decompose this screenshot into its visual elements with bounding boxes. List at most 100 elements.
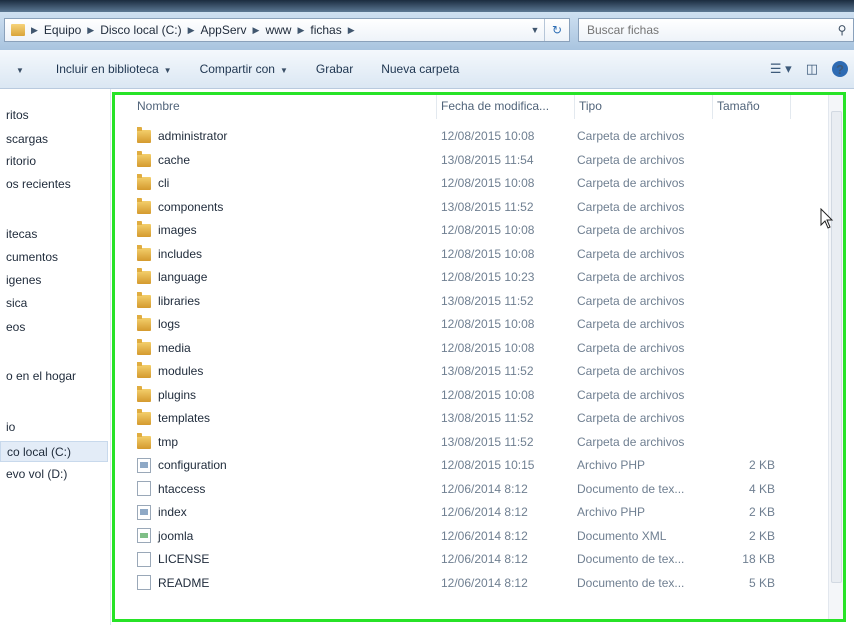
file-type: Carpeta de archivos	[577, 340, 685, 355]
file-name-cell[interactable]: cli	[137, 172, 437, 194]
text-file-icon	[137, 575, 151, 590]
file-name-cell[interactable]: tmp	[137, 431, 437, 453]
nav-item-descargas[interactable]: scargas	[0, 129, 108, 150]
chevron-right-icon[interactable]: ▶	[87, 25, 94, 36]
search-icon[interactable]: ⚲	[831, 23, 853, 37]
file-row[interactable]: plugins 12/08/2015 10:08 Carpeta de archiv…	[115, 384, 843, 406]
scrollbar-thumb[interactable]	[831, 111, 842, 583]
breadcrumb-disco-local[interactable]: Disco local (C:) ▶	[100, 23, 200, 37]
help-icon[interactable]: ?	[832, 61, 848, 77]
file-name-cell[interactable]: configuration	[137, 454, 437, 476]
include-library-button[interactable]: Incluir en biblioteca ▼	[56, 62, 172, 76]
chevron-right-icon[interactable]: ▶	[253, 25, 260, 36]
nav-item-nuevo-vol[interactable]: evo vol (D:)	[0, 464, 108, 485]
file-name-cell[interactable]: joomla	[137, 525, 437, 547]
refresh-icon[interactable]: ↻	[544, 19, 569, 41]
file-row[interactable]: cli 12/08/2015 10:08 Carpeta de archivos	[115, 172, 843, 194]
file-name-cell[interactable]: README	[137, 572, 437, 594]
file-name-cell[interactable]: htaccess	[137, 478, 437, 500]
file-name-cell[interactable]: LICENSE	[137, 548, 437, 570]
search-input[interactable]	[579, 22, 831, 38]
burn-button[interactable]: Grabar	[316, 62, 353, 76]
breadcrumb-appserv[interactable]: AppServ ▶	[201, 23, 266, 37]
share-with-button[interactable]: Compartir con ▼	[200, 62, 288, 76]
file-row[interactable]: joomla 12/06/2014 8:12 Documento XML 2 KB	[115, 525, 843, 547]
breadcrumb-www[interactable]: www ▶	[265, 23, 310, 37]
file-row[interactable]: index 12/06/2014 8:12 Archivo PHP 2 KB	[115, 501, 843, 523]
file-row[interactable]: LICENSE 12/06/2014 8:12 Documento de tex..…	[115, 548, 843, 570]
file-name-cell[interactable]: logs	[137, 313, 437, 335]
file-date: 12/08/2015 10:08	[441, 340, 535, 355]
chevron-right-icon[interactable]: ▶	[297, 25, 304, 36]
file-name: tmp	[158, 434, 179, 449]
text-file-icon	[137, 481, 151, 496]
chevron-right-icon[interactable]: ▶	[348, 25, 355, 36]
file-size	[713, 313, 775, 335]
file-row[interactable]: media 12/08/2015 10:08 Carpeta de archivos	[115, 337, 843, 359]
file-name-cell[interactable]: language	[137, 266, 437, 288]
search-box[interactable]: ⚲	[578, 18, 854, 42]
nav-item-grupo-hogar[interactable]: o en el hogar	[0, 366, 108, 387]
file-row[interactable]: libraries 13/08/2015 11:52 Carpeta de arch…	[115, 290, 843, 312]
column-header-name[interactable]: Nombre	[133, 95, 437, 119]
new-folder-button[interactable]: Nueva carpeta	[381, 62, 459, 76]
file-row[interactable]: cache 13/08/2015 11:54 Carpeta de archivos	[115, 149, 843, 171]
file-size	[713, 196, 775, 218]
column-header-type[interactable]: Tipo	[575, 95, 713, 119]
file-name-cell[interactable]: cache	[137, 149, 437, 171]
file-row[interactable]: includes 12/08/2015 10:08 Carpeta de archi…	[115, 243, 843, 265]
file-type: Documento de tex...	[577, 481, 685, 496]
preview-pane-icon[interactable]: ◫	[806, 61, 818, 77]
file-row[interactable]: configuration 12/08/2015 10:15 Archivo PHP…	[115, 454, 843, 476]
folder-icon	[137, 127, 151, 143]
file-size	[713, 219, 775, 241]
folder-icon	[137, 150, 151, 167]
file-date: 13/08/2015 11:52	[441, 199, 534, 214]
nav-item-escritorio[interactable]: ritorio	[0, 151, 108, 172]
nav-item-disco-local[interactable]: co local (C:)	[0, 441, 108, 462]
file-name-cell[interactable]: components	[137, 196, 437, 218]
file-date: 12/08/2015 10:08	[441, 223, 535, 237]
nav-item-imagenes[interactable]: igenes	[0, 270, 108, 291]
file-row[interactable]: logs 12/08/2015 10:08 Carpeta de archivos	[115, 313, 843, 335]
file-type: Carpeta de archivos	[577, 411, 685, 425]
nav-item-musica[interactable]: sica	[0, 293, 108, 314]
file-name-cell[interactable]: plugins	[137, 384, 437, 406]
breadcrumb-fichas[interactable]: fichas ▶	[310, 23, 360, 37]
file-name-cell[interactable]: includes	[137, 243, 437, 265]
nav-item-videos[interactable]: eos	[0, 317, 108, 338]
file-row[interactable]: templates 13/08/2015 11:52 Carpeta de arch…	[115, 407, 843, 429]
column-header-size[interactable]: Tamaño	[713, 95, 791, 119]
chevron-right-icon[interactable]: ▶	[188, 25, 195, 36]
file-row[interactable]: README 12/06/2014 8:12 Documento de tex...…	[115, 572, 843, 594]
nav-item-sitios-recientes[interactable]: os recientes	[0, 174, 108, 195]
file-row[interactable]: tmp 13/08/2015 11:52 Carpeta de archivos	[115, 431, 843, 453]
file-row[interactable]: language 12/08/2015 10:23 Carpeta de archi…	[115, 266, 843, 288]
nav-item-documentos[interactable]: cumentos	[0, 247, 108, 268]
file-name-cell[interactable]: libraries	[137, 290, 437, 312]
vertical-scrollbar[interactable]	[828, 95, 843, 619]
file-row[interactable]: htaccess 12/06/2014 8:12 Documento de tex.…	[115, 478, 843, 500]
file-name-cell[interactable]: images	[137, 219, 437, 241]
file-name-cell[interactable]: index	[137, 501, 437, 523]
history-dropdown-icon[interactable]: ▼	[526, 25, 544, 35]
organize-button[interactable]: ▼	[16, 62, 24, 76]
file-name-cell[interactable]: administrator	[137, 125, 437, 147]
address-bar[interactable]: ▶ Equipo ▶ Disco local (C:) ▶ AppServ ▶ www…	[4, 18, 570, 42]
breadcrumb-root-arrow[interactable]: ▶	[25, 25, 44, 36]
view-options-icon[interactable]: ☰ ▾	[770, 61, 792, 77]
file-type: Carpeta de archivos	[577, 364, 685, 378]
file-row[interactable]: images 12/08/2015 10:08 Carpeta de archivo…	[115, 219, 843, 241]
file-row[interactable]: modules 13/08/2015 11:52 Carpeta de archiv…	[115, 360, 843, 382]
column-header-date[interactable]: Fecha de modifica...	[437, 95, 575, 119]
file-name-cell[interactable]: modules	[137, 360, 437, 382]
file-row[interactable]: administrator 12/08/2015 10:08 Carpeta de …	[115, 125, 843, 147]
file-date: 13/08/2015 11:52	[441, 364, 534, 378]
nav-item-bibliotecas[interactable]: itecas	[0, 224, 108, 245]
file-name-cell[interactable]: templates	[137, 407, 437, 429]
nav-item-favoritos[interactable]: ritos	[0, 105, 108, 126]
breadcrumb-equipo[interactable]: Equipo ▶	[44, 23, 100, 37]
file-name-cell[interactable]: media	[137, 337, 437, 359]
file-row[interactable]: components 13/08/2015 11:52 Carpeta de arc…	[115, 196, 843, 218]
nav-item-equipo[interactable]: io	[0, 417, 108, 438]
